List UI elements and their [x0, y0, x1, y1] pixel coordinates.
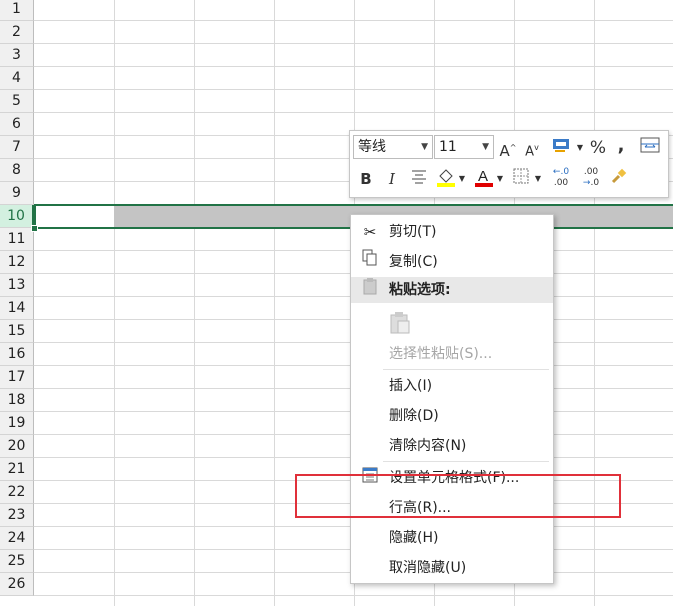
row-header-21[interactable]: 21	[0, 458, 34, 481]
menu-item-label: 选择性粘贴(S)...	[389, 346, 493, 362]
row-header-8[interactable]: 8	[0, 159, 34, 182]
row-header-4[interactable]: 4	[0, 67, 34, 90]
gridline-column	[114, 0, 115, 606]
chevron-down-icon[interactable]: ▼	[421, 136, 428, 158]
align-center-icon	[412, 170, 426, 184]
menu-item-unhide[interactable]: 取消隐藏(U)	[351, 553, 553, 583]
active-cell[interactable]	[34, 205, 114, 228]
menu-item-label: 取消隐藏(U)	[389, 560, 467, 576]
row-header-20[interactable]: 20	[0, 435, 34, 458]
row-header-1[interactable]: 1	[0, 0, 34, 21]
menu-item-delete[interactable]: 删除(D)	[351, 401, 553, 431]
increase-decimal-label: .00	[553, 178, 569, 188]
menu-item-label: 复制(C)	[389, 254, 438, 270]
row-header-12[interactable]: 12	[0, 251, 34, 274]
row-header-13[interactable]: 13	[0, 274, 34, 297]
chevron-down-icon[interactable]: ▼	[482, 136, 489, 158]
row-header-26[interactable]: 26	[0, 573, 34, 596]
borders-button[interactable]	[510, 167, 532, 191]
row-header-15[interactable]: 15	[0, 320, 34, 343]
menu-separator	[383, 461, 549, 462]
scissors-icon: ✂	[363, 223, 377, 241]
menu-header-paste-options: 粘贴选项:	[351, 277, 553, 303]
paste-option-button[interactable]	[351, 305, 553, 341]
menu-separator	[383, 369, 549, 370]
accounting-format-icon	[553, 139, 569, 152]
row-header-9[interactable]: 9	[0, 182, 34, 205]
context-menu: ✂ 剪切(T) 复制(C) 粘贴选项: 选择性粘贴(S)... 插入(I) 删除…	[350, 214, 554, 584]
row-header-25[interactable]: 25	[0, 550, 34, 573]
chevron-down-icon[interactable]: ▼	[458, 167, 466, 191]
row-header-10[interactable]: 10	[0, 205, 34, 228]
increase-font-icon: A	[499, 142, 510, 160]
gridline-column	[194, 0, 195, 606]
paste-icon	[359, 277, 381, 303]
copy-icon	[359, 247, 381, 277]
row-header-22[interactable]: 22	[0, 481, 34, 504]
row-header-17[interactable]: 17	[0, 366, 34, 389]
comma-style-button[interactable]: ,	[613, 134, 629, 158]
brush-icon	[611, 168, 627, 184]
row-header-18[interactable]: 18	[0, 389, 34, 412]
font-name-value: 等线	[358, 139, 386, 155]
selection-border-top	[34, 204, 673, 206]
menu-item-label: 删除(D)	[389, 408, 439, 424]
svg-text:A: A	[478, 168, 488, 185]
menu-item-label: 粘贴选项:	[389, 282, 451, 298]
font-size-value: 11	[439, 139, 457, 155]
row-header-16[interactable]: 16	[0, 343, 34, 366]
menu-item-label: 插入(I)	[389, 378, 433, 394]
font-color-icon: A	[475, 168, 493, 187]
row-header-7[interactable]: 7	[0, 136, 34, 159]
fill-handle[interactable]	[31, 225, 38, 232]
menu-item-hide[interactable]: 隐藏(H)	[351, 523, 553, 553]
chevron-down-icon[interactable]: ▼	[534, 167, 542, 191]
row-header-24[interactable]: 24	[0, 527, 34, 550]
font-color-button[interactable]: A	[472, 167, 496, 191]
chevron-down-icon[interactable]: ▼	[576, 136, 584, 160]
decrease-font-size-button[interactable]: Av	[522, 136, 542, 160]
fill-color-icon	[437, 169, 455, 187]
menu-item-paste-special[interactable]: 选择性粘贴(S)...	[351, 339, 553, 369]
merge-center-icon	[640, 137, 660, 153]
increase-decimal-button[interactable]: ←.0.00	[548, 167, 574, 191]
mini-toolbar: 等线 ▼ 11 ▼ A^ Av ▼ % , B I ▼ A ▼ ▼ ←.0 .0…	[349, 130, 669, 198]
italic-button[interactable]: I	[382, 167, 402, 191]
percent-style-button[interactable]: %	[587, 136, 609, 160]
menu-item-insert[interactable]: 插入(I)	[351, 371, 553, 401]
menu-item-label: 剪切(T)	[389, 224, 437, 240]
row-header-14[interactable]: 14	[0, 297, 34, 320]
align-center-button[interactable]	[408, 167, 430, 191]
fill-color-button[interactable]	[434, 167, 458, 191]
menu-item-label: 隐藏(H)	[389, 530, 439, 546]
decrease-font-icon: A	[525, 144, 535, 160]
increase-font-size-button[interactable]: A^	[498, 136, 518, 160]
format-painter-button[interactable]	[608, 167, 630, 191]
row-header-3[interactable]: 3	[0, 44, 34, 67]
gridline-column	[274, 0, 275, 606]
chevron-down-icon[interactable]: ▼	[496, 167, 504, 191]
format-painter-table-button[interactable]	[638, 136, 662, 160]
menu-item-label: 清除内容(N)	[389, 438, 467, 454]
annotation-highlight-box	[295, 474, 621, 518]
row-header-6[interactable]: 6	[0, 113, 34, 136]
row-header-19[interactable]: 19	[0, 412, 34, 435]
bold-button[interactable]: B	[356, 167, 376, 191]
row-header-5[interactable]: 5	[0, 90, 34, 113]
accounting-format-button[interactable]	[547, 136, 577, 160]
borders-icon	[513, 168, 529, 184]
menu-item-clear-contents[interactable]: 清除内容(N)	[351, 431, 553, 461]
font-size-combo[interactable]: 11 ▼	[434, 135, 494, 159]
decrease-decimal-label: .0	[590, 178, 600, 188]
row-header-23[interactable]: 23	[0, 504, 34, 527]
row-header-2[interactable]: 2	[0, 21, 34, 44]
menu-item-cut[interactable]: ✂ 剪切(T)	[351, 217, 553, 247]
font-name-combo[interactable]: 等线 ▼	[353, 135, 433, 159]
decrease-decimal-button[interactable]: .00 →.0	[578, 167, 604, 191]
menu-item-copy[interactable]: 复制(C)	[351, 247, 553, 277]
row-header-11[interactable]: 11	[0, 228, 34, 251]
